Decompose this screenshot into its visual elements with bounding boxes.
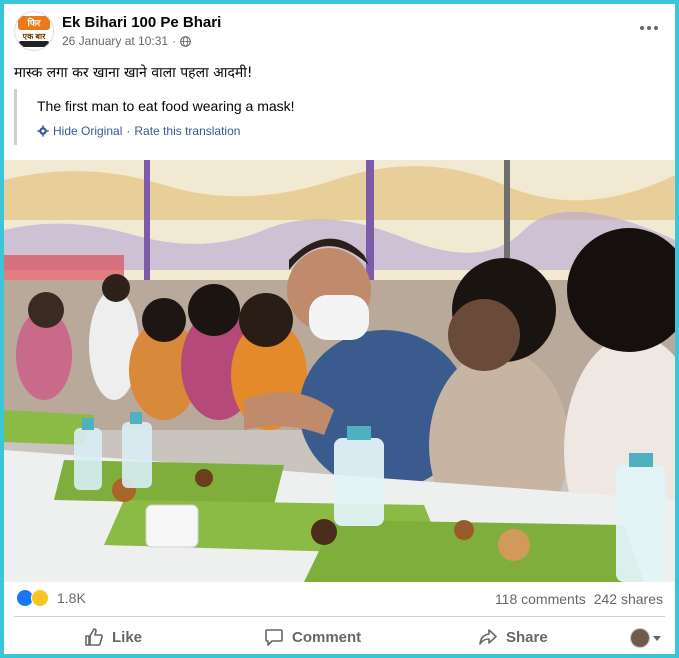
food-item (311, 519, 337, 545)
divider (14, 616, 665, 617)
tent-pole (144, 160, 150, 300)
post-stats: 1.8K 118 comments 242 shares (4, 584, 675, 612)
comment-button[interactable]: Comment (264, 624, 361, 650)
post-header: फिर एक बार Ek Bihari 100 Pe Bhari 26 Jan… (4, 4, 675, 56)
audience-picker[interactable] (630, 628, 661, 648)
water-bottle (334, 438, 384, 526)
post-card: फिर एक बार Ek Bihari 100 Pe Bhari 26 Jan… (4, 4, 675, 654)
page-name-link[interactable]: Ek Bihari 100 Pe Bhari (62, 14, 221, 31)
gear-icon (37, 125, 49, 137)
meta-separator: · (172, 34, 177, 48)
more-options-button[interactable] (637, 18, 661, 38)
thumbs-up-icon (85, 628, 103, 646)
reaction-count: 1.8K (57, 590, 86, 606)
comment-icon (265, 629, 283, 646)
share-label: Share (506, 628, 548, 646)
person-head (28, 292, 64, 328)
bottle-cap (82, 418, 94, 430)
translation-links: Hide Original · Rate this translation (37, 124, 240, 138)
bottle-cap (347, 426, 371, 440)
food-item (454, 520, 474, 540)
water-bottle (74, 428, 102, 490)
person-head (142, 298, 186, 342)
share-icon (479, 629, 497, 645)
share-button[interactable]: Share (478, 624, 548, 650)
reactions-summary[interactable]: 1.8K (16, 589, 86, 607)
post-caption: मास्क लगा कर खाना खाने वाला पहला आदमी! (14, 65, 253, 81)
user-avatar (630, 628, 650, 648)
link-separator: · (126, 124, 131, 138)
post-meta: 26 January at 10:31 · (62, 34, 191, 48)
bottle-cap (629, 453, 653, 467)
woman-face (448, 299, 520, 371)
logo-text-top: फिर (18, 16, 50, 30)
comments-count[interactable]: 118 comments (495, 591, 586, 607)
haha-icon (31, 589, 49, 607)
banana-leaf (304, 520, 644, 582)
water-bottle (122, 422, 152, 488)
food-item (195, 469, 213, 487)
water-bottle (616, 465, 666, 582)
translation-box: The first man to eat food wearing a mask… (14, 89, 654, 145)
more-dot-icon (640, 26, 644, 30)
bottle-cap (130, 412, 142, 424)
page-avatar[interactable]: फिर एक बार (14, 11, 54, 51)
rate-translation-link[interactable]: Rate this translation (134, 124, 240, 138)
photo-illustration (4, 160, 675, 582)
comment-share-counts: 118 comments 242 shares (495, 591, 663, 607)
person-head (188, 284, 240, 336)
hide-original-link[interactable]: Hide Original (53, 124, 122, 138)
like-button[interactable]: Like (84, 624, 142, 650)
post-actions: Like Comment Share (4, 620, 675, 652)
paper-cup (145, 504, 199, 548)
like-label: Like (112, 628, 143, 646)
post-timestamp[interactable]: 26 January at 10:31 (62, 34, 168, 48)
more-dot-icon (647, 26, 651, 30)
logo-bar (19, 41, 49, 47)
post-photo[interactable] (4, 160, 675, 582)
more-dot-icon (654, 26, 658, 30)
chevron-down-icon (653, 635, 661, 641)
person-head (102, 274, 130, 302)
shares-count[interactable]: 242 shares (594, 591, 663, 607)
globe-icon (180, 35, 191, 47)
translated-caption: The first man to eat food wearing a mask… (37, 98, 295, 114)
food-item (498, 529, 530, 561)
comment-label: Comment (292, 628, 362, 646)
person-head (239, 293, 293, 347)
face-mask (309, 295, 369, 340)
